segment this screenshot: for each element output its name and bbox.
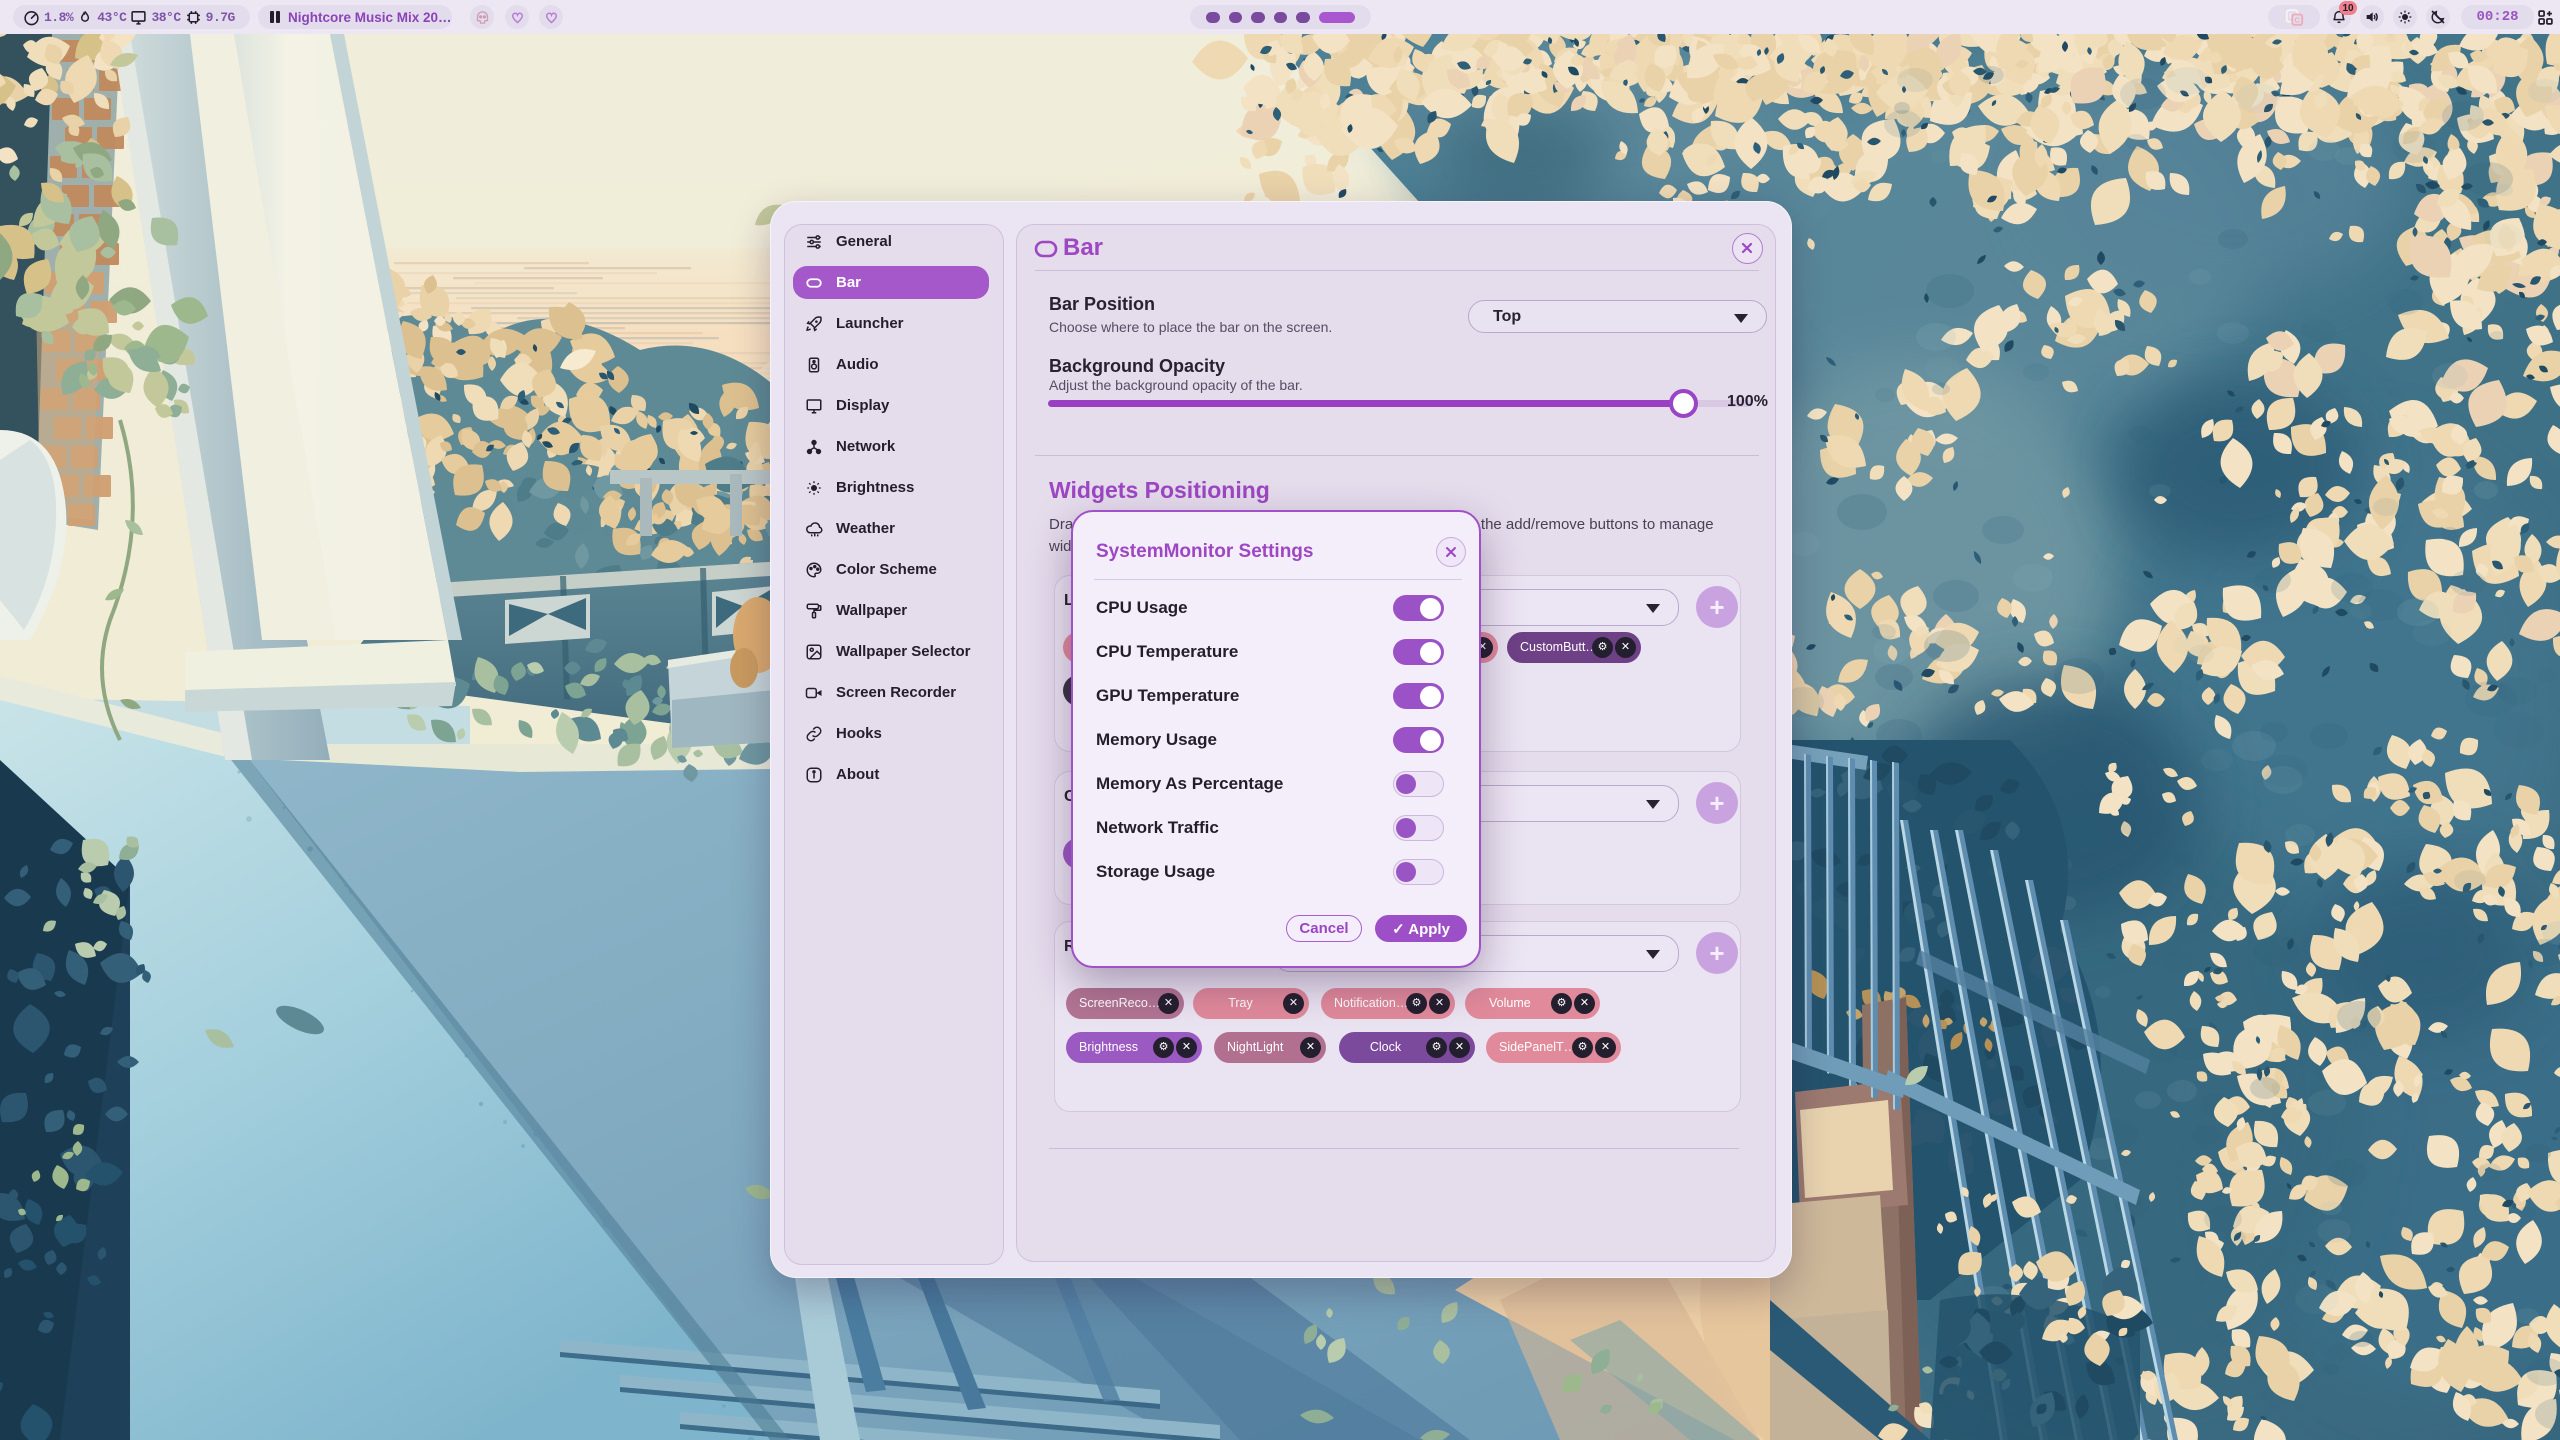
svg-text:C: C bbox=[2294, 15, 2300, 24]
